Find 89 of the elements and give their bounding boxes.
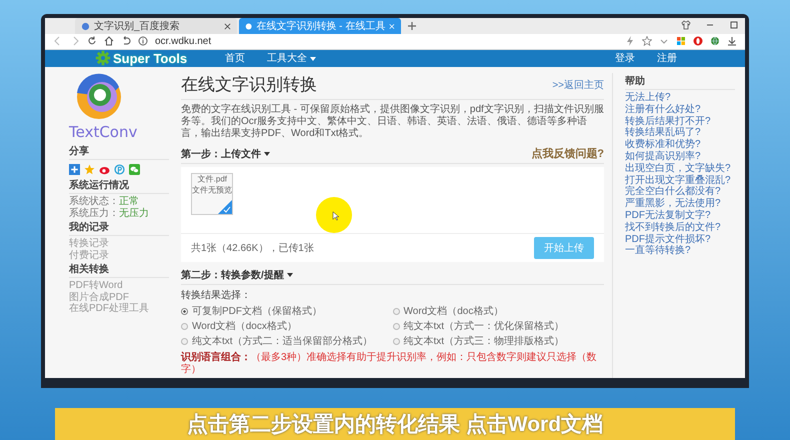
status-value: 无压力 [119,208,149,219]
radio-button[interactable] [181,338,188,344]
description-text: 免费的文字在线识别工具 - 可保留原始格式，提供图像文字识别，pdf文字识别，扫描文件识别服务等。我们的Ocr服务支持中文、繁体中文、日语、韩语、英语、法语、俄语、德语等多种语言，输出结果支持PDF、Word和Txt格式。 [181,104,604,140]
section-heading: 相关转换 [69,261,169,278]
option-label[interactable]: Word文档（doc格式） [404,304,504,318]
browser-tab[interactable]: 在线文字识别转换 - 在线工具 [239,18,401,34]
help-link[interactable]: PDF无法复制文字? [625,210,735,222]
help-link[interactable]: 完全空白什么都没有? [625,186,735,198]
globe-icon[interactable] [710,36,720,46]
radio-button[interactable] [392,322,400,330]
back-home-link[interactable]: >>返回主页 [552,78,604,92]
sidebar-link[interactable]: PDF转Word [69,280,169,292]
language-hint-text: 识别语言组合：（最多3种）准确选择有助于提升识别率，例如：只包含数字则建议只选择（数字） [181,352,598,376]
cursor-icon [332,211,339,221]
feedback-link[interactable]: 点我反馈问题? [531,146,604,161]
plus-icon[interactable] [69,164,80,175]
status-label: 系统压力： [69,208,119,219]
option-label[interactable]: 纯文本txt（方式三：物理排版格式） [404,334,564,348]
browser-tab[interactable]: 文字识别_百度搜索 [75,18,237,34]
help-link[interactable]: PDF提示文件损坏? [625,234,735,246]
ring-icon[interactable] [693,36,703,46]
radio-button[interactable] [181,308,188,314]
section-heading: 系统运行情况 [69,177,169,194]
nav-link[interactable]: 工具大全 [267,51,316,66]
help-link[interactable]: 无法上传? [625,92,735,104]
help-link[interactable]: 转换后结果打不开? [625,116,735,128]
home-icon[interactable] [104,36,114,46]
help-link[interactable]: 打开出现文字重叠混乱? [625,174,735,186]
page-icon [245,22,252,30]
tab-title: 文字识别_百度搜索 [94,20,181,33]
help-link[interactable]: 出现空白页，文字缺失? [625,162,735,175]
address-field[interactable]: ocr.wdku.net [155,36,212,47]
section-heading: 帮助 [625,73,735,90]
shirt-icon[interactable] [681,20,691,30]
step-heading[interactable]: 第二步：转换参数/提醒 [181,268,293,282]
upload-summary: 共1张（42.66K），已传1张 [191,242,314,255]
section-heading: 我的记录 [69,219,169,236]
star-icon[interactable] [84,164,95,175]
sidebar-link[interactable]: 在线PDF处理工具 [69,303,169,314]
option-group-label: 转换结果选择： [181,288,252,302]
tab-title: 在线文字识别转换 - 在线工具 [256,20,386,33]
caret-icon [310,56,316,61]
nav-link[interactable]: 登录 [615,51,635,66]
help-link[interactable]: 注册有什么好处? [625,104,735,116]
caption-text: 点击第二步设置内的转化结果 点击Word文档 [186,412,604,438]
nav-link[interactable]: 注册 [657,51,677,66]
chat-bubbles-icon[interactable] [129,164,140,175]
step-heading[interactable]: 第一步：上传文件 [181,146,270,160]
caret-icon [264,152,270,156]
option-label[interactable]: 纯文本txt（方式二：适当保留部分格式） [192,334,373,348]
download-icon[interactable] [727,36,737,46]
eye-icon[interactable] [99,164,110,175]
status-label: 系统状态： [69,196,119,208]
caret-icon [286,273,293,278]
reload-icon[interactable] [87,36,97,46]
option-label[interactable]: 纯文本txt（方式一：优化保留格式） [404,319,564,333]
option-label[interactable]: Word文档（docx格式） [192,319,297,333]
sidebar-link[interactable]: 图片合成PDF [69,292,169,303]
option-label[interactable]: 可复制PDF文档（保留格式） [192,304,322,318]
info-icon[interactable] [138,36,148,46]
file-thumbnail[interactable]: 文件.pdf 文件无预览 [191,173,233,215]
new-tab-icon[interactable] [407,21,417,31]
close-icon[interactable] [224,22,231,30]
nav-link[interactable]: 首页 [225,51,246,66]
help-link[interactable]: 转换结果乱码了? [625,127,735,140]
file-name: 文件.pdf [197,175,227,184]
help-link[interactable]: 找不到转换后的文件? [625,222,735,234]
grid-icon[interactable] [676,36,686,46]
help-link[interactable]: 一直等待转换? [625,245,735,258]
help-link[interactable]: 如何提高识别率? [625,150,735,163]
page-icon [81,22,90,30]
radio-button[interactable] [181,322,188,330]
star-icon[interactable] [642,36,652,46]
help-link[interactable]: 严重黑影，无法使用? [625,198,735,210]
help-link[interactable]: 收费标准和优势? [625,139,735,151]
undo-icon[interactable] [121,36,131,46]
section-heading: 分享 [69,143,169,160]
lightning-icon[interactable] [625,36,635,46]
radio-button[interactable] [392,308,400,314]
preview-note: 文件无预览 [192,186,232,195]
page-title: 在线文字识别转换 [181,74,317,96]
sidebar-link[interactable]: 付费记录 [69,250,169,261]
radio-button[interactable] [392,338,400,344]
p-icon[interactable] [114,164,125,175]
status-value: 正常 [119,196,139,208]
site-logo-text[interactable]: Super Tools [113,50,188,66]
sidebar-link[interactable]: 转换记录 [69,238,169,250]
logo-text: TextConv [69,123,138,141]
maximize-icon[interactable] [729,20,739,30]
